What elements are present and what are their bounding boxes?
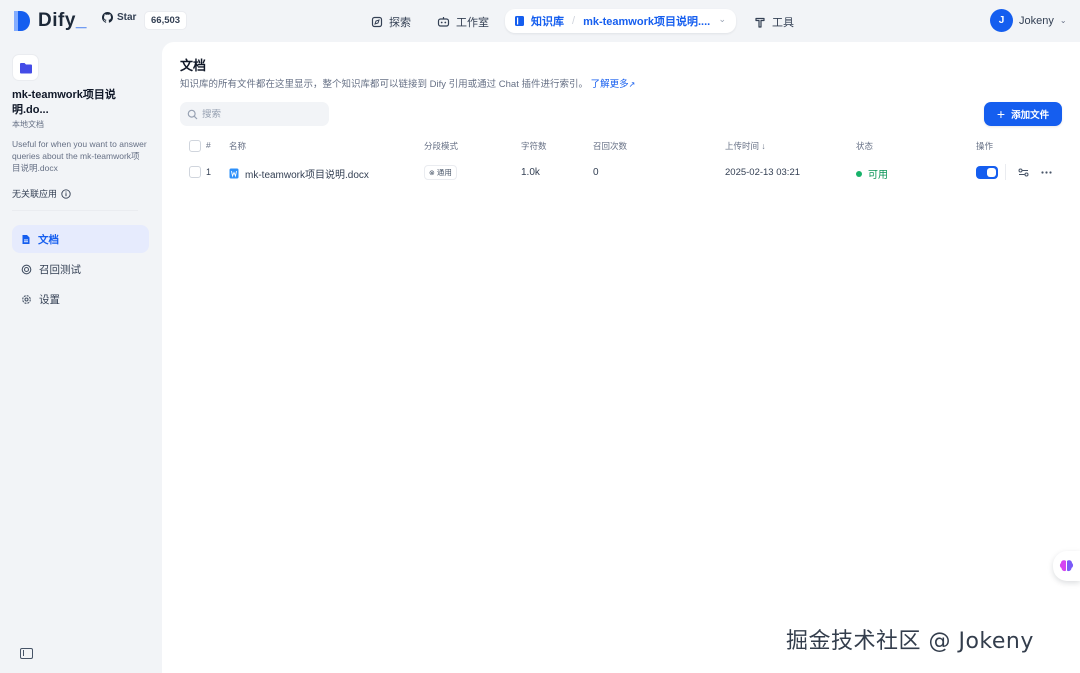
dataset-description: Useful for when you want to answer queri… [12, 139, 147, 173]
column-actions: 操作 [976, 141, 994, 151]
breadcrumb-separator: / [572, 15, 576, 27]
dify-logo[interactable]: Dify_ [12, 9, 87, 33]
page-description-text: 知识库的所有文件都在这里显示，整个知识库都可以链接到 Dify 引用或通过 Ch… [180, 79, 588, 90]
sidebar-item-label: 召回测试 [39, 263, 81, 276]
page-title: 文档 [180, 58, 207, 73]
status-dot-icon [856, 170, 862, 177]
nav-knowledge-label[interactable]: 知识库 [531, 13, 564, 29]
info-icon[interactable] [61, 188, 71, 199]
sidebar-item-label: 文档 [38, 233, 59, 246]
nav-knowledge-breadcrumb[interactable]: 知识库 / mk-teamwork项目说明.... ⌄ [505, 9, 736, 33]
github-star-count[interactable]: 66,503 [144, 11, 188, 30]
top-bar: Dify_ Star 66,503 探索 工作室 知识库 / mk-teamwo… [0, 0, 1080, 42]
enable-toggle[interactable] [976, 166, 998, 179]
nav-tools-label: 工具 [772, 16, 794, 29]
sidebar-item-retrieval-test[interactable]: 召回测试 [12, 255, 149, 283]
learn-more-label: 了解更多 [590, 79, 629, 90]
chunk-mode-label: 通用 [436, 168, 452, 177]
target-icon [21, 264, 32, 274]
folder-icon [19, 62, 32, 73]
compass-icon [371, 16, 383, 27]
settings-sliders-icon[interactable] [1016, 165, 1030, 179]
row-index: 1 [206, 167, 212, 177]
chevron-down-icon[interactable]: ⌄ [718, 14, 726, 25]
status-badge: 可用 [856, 166, 888, 181]
sidebar-item-label: 设置 [39, 293, 60, 306]
watermark: 掘金技术社区 @ Jokeny [786, 629, 1034, 654]
nav-dataset-name[interactable]: mk-teamwork项目说明.... [583, 13, 710, 29]
logo-text: Dify_ [38, 10, 87, 31]
action-divider [1005, 164, 1006, 180]
github-star-label: Star [117, 12, 137, 23]
word-file-icon [229, 168, 239, 179]
more-options-icon[interactable] [1039, 165, 1053, 179]
user-menu[interactable]: J Jokeny ⌄ [990, 9, 1067, 32]
search-icon [187, 109, 198, 119]
book-icon [515, 16, 524, 26]
file-name-text: mk-teamwork项目说明.docx [245, 170, 369, 181]
row-chars: 1.0k [521, 167, 540, 178]
column-chars: 字符数 [521, 141, 547, 151]
plus-icon: + [996, 106, 1006, 122]
learn-more-link[interactable]: 了解更多↗ [591, 79, 636, 90]
floating-assistant-button[interactable] [1053, 551, 1080, 581]
gear-icon [22, 294, 31, 304]
sidebar-item-documents[interactable]: 文档 [12, 225, 149, 253]
avatar[interactable]: J [990, 9, 1013, 32]
search-box[interactable] [180, 102, 329, 126]
hammer-icon [755, 17, 765, 28]
column-uploaded[interactable]: 上传时间 ↓ [725, 140, 766, 152]
page-description: 知识库的所有文件都在这里显示，整个知识库都可以链接到 Dify 引用或通过 Ch… [180, 76, 635, 90]
status-label: 可用 [868, 170, 888, 181]
row-uploaded: 2025-02-13 03:21 [725, 167, 801, 178]
row-file-name[interactable]: mk-teamwork项目说明.docx [229, 166, 369, 181]
row-hits: 0 [593, 167, 599, 178]
github-icon [102, 12, 113, 23]
chunk-mode-badge: ⊗ 通用 [424, 165, 457, 180]
user-name: Jokeny [1019, 14, 1054, 27]
search-input[interactable] [202, 108, 322, 120]
sidebar: mk-teamwork项目说明.do... 本地文档 Useful for wh… [0, 42, 162, 673]
add-file-button[interactable]: + 添加文件 [984, 102, 1062, 126]
nav-explore[interactable]: 探索 [371, 11, 411, 32]
dify-logo-icon [14, 11, 30, 31]
nav-studio-label: 工作室 [456, 16, 489, 29]
column-hits: 召回次数 [593, 141, 628, 151]
external-link-icon: ↗ [628, 80, 636, 89]
github-star-button[interactable]: Star [102, 12, 136, 23]
column-uploaded-label: 上传时间 [725, 141, 760, 151]
brain-icon [1059, 560, 1074, 572]
select-all-checkbox[interactable] [189, 140, 201, 152]
column-index: # [206, 140, 211, 150]
sidebar-item-settings[interactable]: 设置 [12, 285, 149, 313]
document-icon [22, 234, 30, 244]
dataset-type: 本地文档 [12, 120, 44, 129]
general-mode-icon: ⊗ [429, 169, 435, 177]
column-status: 状态 [856, 141, 874, 151]
add-file-label: 添加文件 [1011, 110, 1050, 121]
column-chunk-mode: 分段模式 [424, 141, 459, 151]
row-checkbox[interactable] [189, 166, 201, 178]
nav-tools[interactable]: 工具 [754, 11, 794, 32]
chevron-down-icon: ⌄ [1059, 16, 1067, 25]
dataset-title: mk-teamwork项目说明.do... [12, 89, 116, 116]
robot-icon [437, 16, 450, 27]
sort-arrow-icon[interactable]: ↓ [761, 141, 765, 151]
sidebar-divider [12, 210, 138, 211]
dataset-icon [12, 54, 39, 81]
nav-studio[interactable]: 工作室 [437, 11, 489, 32]
column-name[interactable]: 名称 [229, 140, 246, 152]
main-panel: 文档 知识库的所有文件都在这里显示，整个知识库都可以链接到 Dify 引用或通过… [162, 42, 1080, 673]
related-apps[interactable]: 无关联应用 [12, 187, 71, 200]
related-apps-label: 无关联应用 [12, 189, 58, 199]
nav-explore-label: 探索 [389, 16, 411, 29]
collapse-sidebar-icon[interactable] [20, 648, 33, 659]
